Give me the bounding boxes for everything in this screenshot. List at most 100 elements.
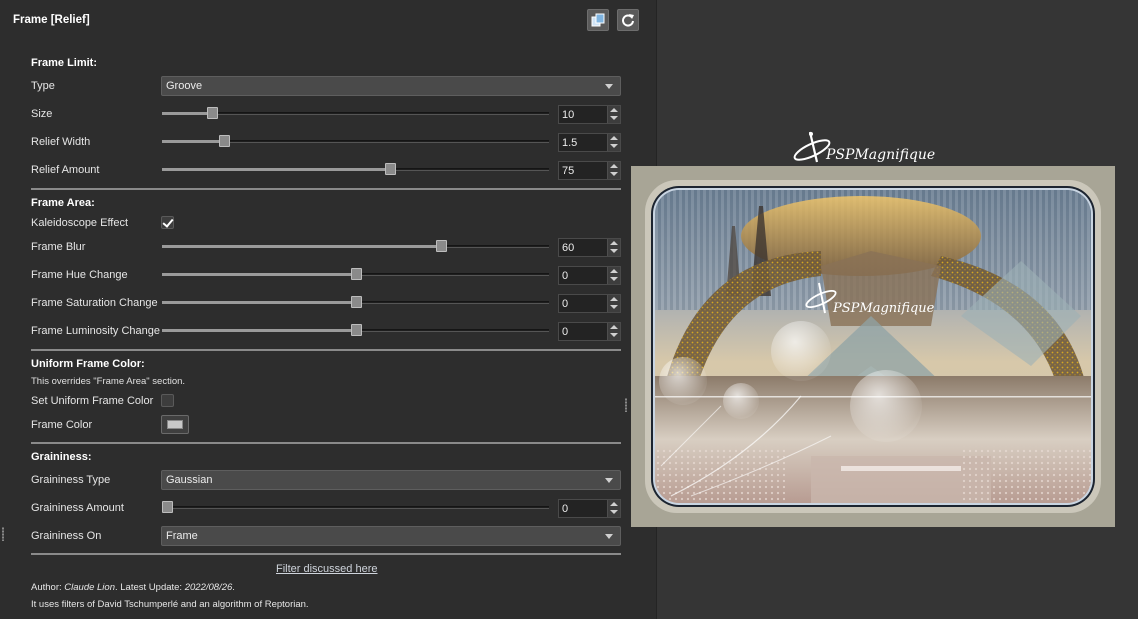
frame-blur-value: 60 [562, 242, 575, 254]
frame-blur-label: Frame Blur [31, 241, 86, 253]
credits-line: It uses filters of David Tschumperlé and… [31, 599, 309, 610]
size-spinbox[interactable]: 10 [558, 105, 621, 124]
spin-up-icon[interactable] [610, 108, 618, 112]
section-divider [31, 553, 621, 555]
frame-saturation-value: 0 [562, 298, 569, 310]
relief-amount-label: Relief Amount [31, 164, 100, 176]
graininess-on-dropdown[interactable]: Frame [161, 526, 621, 546]
slider-thumb[interactable] [435, 240, 447, 252]
psp-magnifique-logo: PSPMagnifique [793, 131, 935, 163]
resize-grip[interactable] [2, 527, 4, 541]
kaleidoscope-label: Kaleidoscope Effect [31, 217, 129, 229]
spin-down-icon[interactable] [610, 333, 618, 337]
spin-down-icon[interactable] [610, 305, 618, 309]
spin-down-icon[interactable] [610, 510, 618, 514]
frame-blur-slider[interactable] [162, 240, 549, 254]
preview-watermark-text: PSPMagnifique [832, 301, 935, 316]
size-slider[interactable] [162, 107, 549, 121]
relief-amount-value: 75 [562, 165, 575, 177]
frame-color-label: Frame Color [31, 419, 93, 431]
frame-luminosity-label: Frame Luminosity Change [31, 325, 161, 337]
slider-thumb[interactable] [162, 501, 173, 513]
uniform-color-note: This overrides "Frame Area" section. [31, 376, 186, 387]
preview-artwork [655, 190, 1091, 503]
relief-width-slider[interactable] [162, 135, 549, 149]
spin-down-icon[interactable] [610, 249, 618, 253]
author-prefix: Author: [31, 582, 65, 593]
author-line: Author: Claude Lion. Latest Update: 2022… [31, 582, 235, 593]
frame-color-button[interactable] [161, 415, 189, 434]
frame-area-heading: Frame Area: [31, 197, 95, 209]
graininess-amount-slider[interactable] [162, 501, 549, 515]
section-divider [31, 442, 621, 444]
author-name: Claude Lion [64, 582, 115, 593]
relief-width-spinbox[interactable]: 1.5 [558, 133, 621, 152]
filter-title: Frame [Relief] [13, 14, 90, 26]
size-label: Size [31, 108, 53, 120]
refresh-icon [622, 14, 634, 27]
spin-up-icon[interactable] [610, 502, 618, 506]
frame-hue-slider[interactable] [162, 268, 549, 282]
relief-amount-slider[interactable] [162, 163, 549, 177]
graininess-on-label: Graininess On [31, 530, 102, 542]
frame-luminosity-value: 0 [562, 326, 569, 338]
slider-thumb[interactable] [350, 324, 362, 336]
uniform-color-heading: Uniform Frame Color: [31, 358, 145, 370]
graininess-on-value: Frame [166, 530, 198, 542]
slider-thumb[interactable] [218, 135, 230, 147]
relief-amount-spinbox[interactable]: 75 [558, 161, 621, 180]
slider-thumb[interactable] [207, 107, 219, 119]
graininess-type-value: Gaussian [166, 474, 213, 486]
frame-luminosity-slider[interactable] [162, 324, 549, 338]
frame-hue-label: Frame Hue Change [31, 269, 128, 281]
chevron-down-icon [605, 534, 613, 539]
spin-up-icon[interactable] [610, 325, 618, 329]
frame-hue-value: 0 [562, 270, 569, 282]
section-divider [31, 349, 621, 351]
frame-saturation-label: Frame Saturation Change [31, 297, 158, 309]
spin-up-icon[interactable] [610, 164, 618, 168]
type-label: Type [31, 80, 55, 92]
spin-up-icon[interactable] [610, 136, 618, 140]
spin-up-icon[interactable] [610, 297, 618, 301]
filter-discussion-link[interactable]: Filter discussed here [276, 563, 378, 575]
type-dropdown[interactable]: Groove [161, 76, 621, 96]
frame-limit-heading: Frame Limit: [31, 57, 98, 69]
slider-thumb[interactable] [350, 296, 362, 308]
graininess-amount-value: 0 [562, 503, 569, 515]
reset-button[interactable] [617, 9, 639, 31]
chevron-down-icon [605, 84, 613, 89]
update-prefix: . Latest Update: [115, 582, 185, 593]
graininess-heading: Graininess: [31, 451, 92, 463]
section-divider [31, 188, 621, 190]
type-value: Groove [166, 80, 203, 92]
spin-up-icon[interactable] [610, 269, 618, 273]
frame-saturation-slider[interactable] [162, 296, 549, 310]
slider-thumb[interactable] [350, 268, 362, 280]
frame-luminosity-spinbox[interactable]: 0 [558, 322, 621, 341]
spin-down-icon[interactable] [610, 172, 618, 176]
spin-down-icon[interactable] [610, 144, 618, 148]
kaleidoscope-checkbox[interactable] [161, 216, 174, 229]
frame-saturation-spinbox[interactable]: 0 [558, 294, 621, 313]
copy-button[interactable] [587, 9, 609, 31]
spin-down-icon[interactable] [610, 277, 618, 281]
graininess-type-label: Graininess Type [31, 474, 111, 486]
chevron-down-icon [605, 478, 613, 483]
spin-down-icon[interactable] [610, 116, 618, 120]
frame-blur-spinbox[interactable]: 60 [558, 238, 621, 257]
slider-thumb[interactable] [385, 163, 397, 175]
set-uniform-label: Set Uniform Frame Color [31, 395, 154, 407]
set-uniform-checkbox[interactable] [161, 394, 174, 407]
spin-up-icon[interactable] [610, 241, 618, 245]
update-suffix: . [232, 582, 235, 593]
preview-image[interactable]: PSPMagnifique [631, 166, 1115, 527]
frame-hue-spinbox[interactable]: 0 [558, 266, 621, 285]
graininess-type-dropdown[interactable]: Gaussian [161, 470, 621, 490]
graininess-amount-spinbox[interactable]: 0 [558, 499, 621, 518]
copy-icon [591, 13, 605, 27]
filter-settings-panel: Frame [Relief] Frame Limit: Type Groove … [0, 0, 656, 619]
logo-text: PSPMagnifique [825, 147, 935, 163]
frame-color-swatch [167, 420, 183, 429]
splitter-grip[interactable] [625, 398, 627, 412]
